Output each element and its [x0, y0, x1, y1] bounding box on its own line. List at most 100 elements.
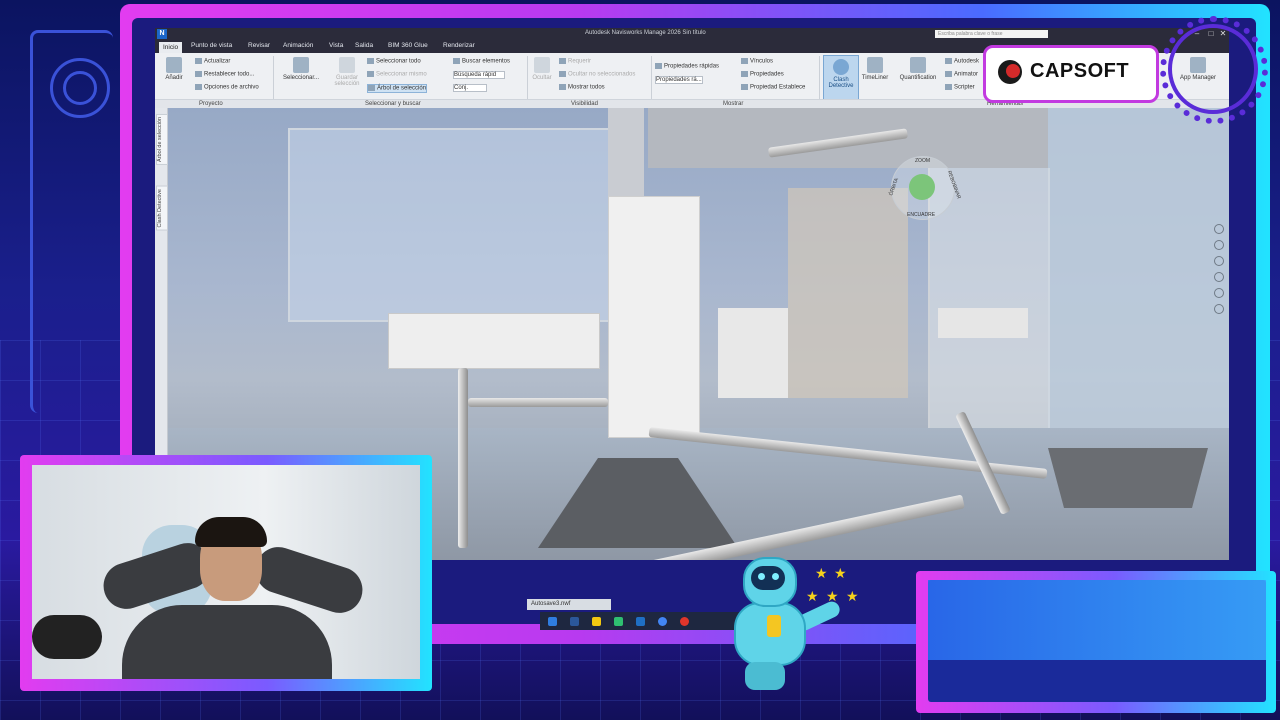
- person-body: [122, 605, 332, 679]
- tab-clash-detective[interactable]: Clash Detective: [156, 186, 168, 231]
- star-icon: ★: [806, 588, 819, 604]
- robot-base: [745, 662, 785, 690]
- pipe-horizontal: [468, 398, 608, 407]
- nav-walk-icon[interactable]: [1214, 304, 1224, 314]
- wheel-zoom-label[interactable]: ZOOM: [915, 158, 930, 164]
- nav-pan-icon[interactable]: [1214, 240, 1224, 250]
- taskbar-revit-icon[interactable]: [636, 617, 645, 626]
- require-button[interactable]: Requerir: [559, 58, 591, 65]
- double-sink: [388, 313, 600, 369]
- clash-detective-button[interactable]: Clash Detective: [823, 55, 859, 100]
- drain-pipe: [458, 368, 468, 548]
- star-icon: ★: [815, 565, 828, 581]
- wheel-center[interactable]: [909, 174, 935, 200]
- tab-animacion[interactable]: Animación: [283, 42, 313, 49]
- timeliner-icon: [867, 57, 883, 73]
- scripter-icon: [945, 84, 952, 90]
- clash-icon: [833, 59, 849, 75]
- select-all-icon: [367, 58, 374, 64]
- nav-zoom-icon[interactable]: [1214, 256, 1224, 266]
- select-button[interactable]: Seleccionar...: [281, 57, 321, 81]
- capsoft-mark-icon: [998, 60, 1022, 84]
- taskbar-word-icon[interactable]: [570, 617, 579, 626]
- tab-punto-de-vista[interactable]: Punto de vista: [191, 42, 232, 49]
- save-selection-icon: [339, 57, 355, 73]
- autodesk-button[interactable]: Autodesk: [945, 58, 979, 65]
- taskbar-app-icon[interactable]: [614, 617, 623, 626]
- select-all-button[interactable]: Seleccionar todo: [367, 58, 421, 65]
- animator-button[interactable]: Animator: [945, 71, 978, 78]
- star-icon: ★: [826, 588, 839, 604]
- animator-icon: [945, 71, 952, 77]
- quick-properties-button[interactable]: Propiedades rápidas: [655, 63, 719, 70]
- file-name-label: Autosave3.nwf: [527, 599, 611, 610]
- reset-icon: [195, 71, 202, 77]
- require-icon: [559, 58, 566, 64]
- taskbar-folder-icon[interactable]: [592, 617, 601, 626]
- capsoft-name: CAPSOFT: [1030, 60, 1130, 82]
- select-same-icon: [367, 71, 374, 77]
- robot-eye-right: [772, 573, 779, 580]
- find-items-button[interactable]: Buscar elementos: [453, 58, 510, 65]
- timeliner-button[interactable]: TimeLiner: [859, 57, 891, 81]
- group-label-mostrar: Mostrar: [723, 101, 744, 107]
- group-label-visibilidad: Visibilidad: [571, 101, 598, 107]
- quick-find-input[interactable]: Búsqueda rápid: [453, 71, 505, 79]
- update-button[interactable]: Actualizar: [195, 58, 230, 65]
- robot-face: [751, 566, 785, 590]
- scripter-button[interactable]: Scripter: [945, 84, 975, 91]
- taskbar-chrome-icon[interactable]: [658, 617, 667, 626]
- save-selection-button[interactable]: Guardar selección: [327, 57, 367, 87]
- link-icon: [741, 58, 748, 64]
- group-label-proyecto: Proyecto: [199, 101, 223, 107]
- add-file-icon: [166, 57, 182, 73]
- tab-vista[interactable]: Vista: [329, 42, 343, 49]
- nav-wheel-icon[interactable]: [1214, 224, 1224, 234]
- nav-orbit-icon[interactable]: [1214, 272, 1224, 282]
- select-same-button[interactable]: Seleccionar mismo: [367, 71, 427, 78]
- windows-taskbar: [540, 612, 740, 630]
- glass-wall: [1048, 108, 1229, 428]
- refresh-icon: [195, 58, 202, 64]
- nav-look-icon[interactable]: [1214, 288, 1224, 298]
- tab-bim360[interactable]: BIM 360 Glue: [388, 42, 428, 49]
- tab-selection-tree[interactable]: Árbol de selección: [156, 114, 168, 165]
- decor-circle-inner: [63, 71, 97, 105]
- cabinet: [608, 196, 700, 438]
- capsoft-logo: CAPSOFT: [983, 45, 1159, 103]
- hide-unselected-icon: [559, 71, 566, 77]
- tab-salida[interactable]: Salida: [355, 42, 373, 49]
- add-button[interactable]: Añadir: [161, 57, 187, 81]
- tree-icon: [368, 85, 375, 91]
- robot-eye-left: [758, 573, 765, 580]
- tab-revisar[interactable]: Revisar: [248, 42, 270, 49]
- foundation-block-2: [1048, 448, 1208, 508]
- reset-all-button[interactable]: Restablecer todo...: [195, 71, 254, 78]
- file-options-button[interactable]: Opciones de archivo: [195, 84, 259, 91]
- search-input[interactable]: Escriba palabra clave o frase: [935, 30, 1048, 38]
- microphone: [32, 615, 102, 659]
- tab-inicio[interactable]: Inicio: [159, 42, 183, 53]
- sets-dropdown[interactable]: Conj.: [453, 84, 487, 92]
- links-button[interactable]: Vínculos: [741, 58, 773, 65]
- selection-tree-button[interactable]: Árbol de selección: [367, 84, 428, 93]
- taskbar-app2-icon[interactable]: [680, 617, 689, 626]
- app-logo-icon[interactable]: N: [157, 29, 167, 39]
- property-sets-button[interactable]: Propiedad Establece: [741, 84, 805, 91]
- quantification-button[interactable]: Quantification: [895, 57, 941, 81]
- robot-phone-icon: [767, 615, 781, 637]
- cursor-icon: [293, 57, 309, 73]
- hide-button[interactable]: Ocultar: [529, 57, 555, 81]
- binoculars-icon: [453, 58, 460, 64]
- steering-wheel[interactable]: ZOOM ENCUADRE ÓRBITA REBOBINAR: [888, 156, 962, 220]
- quick-properties-dropdown[interactable]: Propiedades rá...: [655, 76, 703, 84]
- tab-renderizar[interactable]: Renderizar: [443, 42, 475, 49]
- show-all-icon: [559, 84, 566, 90]
- show-all-button[interactable]: Mostrar todos: [559, 84, 605, 91]
- wheel-pan-label[interactable]: ENCUADRE: [907, 212, 935, 218]
- taskbar-navisworks-icon[interactable]: [548, 617, 557, 626]
- back-room: [788, 188, 908, 398]
- set-icon: [741, 84, 748, 90]
- hide-unselected-button[interactable]: Ocultar no seleccionados: [559, 71, 635, 78]
- properties-button[interactable]: Propiedades: [741, 71, 784, 78]
